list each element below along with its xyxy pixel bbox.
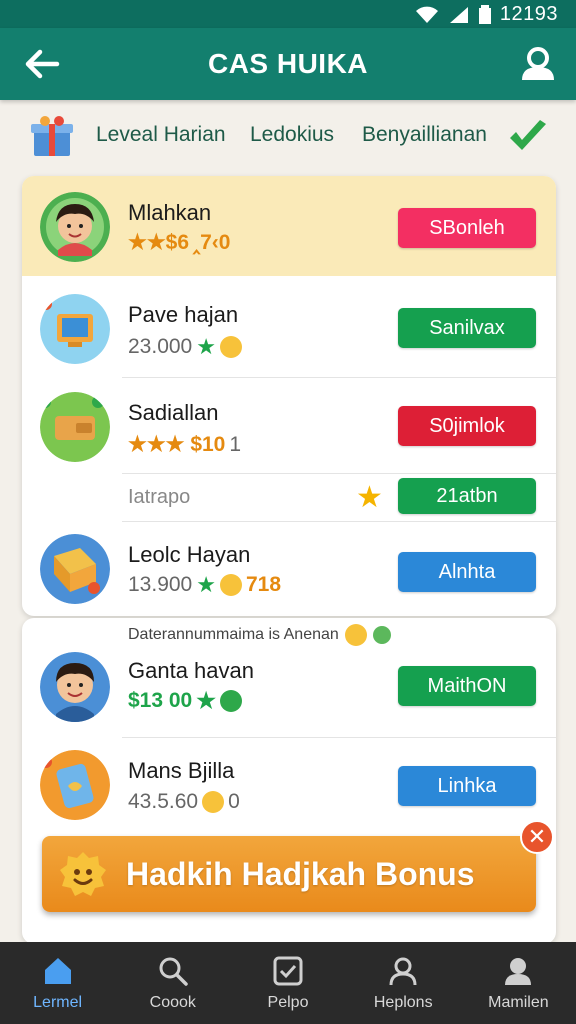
nav-label: Coook [149, 994, 196, 1011]
monitor-icon [40, 294, 110, 364]
reward-text: ★★★ $10 [128, 433, 226, 456]
action-button[interactable]: 21atbn [398, 478, 536, 514]
app-bar: CAS HUIKA [0, 28, 576, 100]
list-item-title: Pave hajan [128, 302, 239, 327]
reward-text: $13 00 [128, 689, 193, 712]
list-item-title: Mlahkan [128, 200, 212, 225]
action-button[interactable]: MaithON [398, 666, 536, 706]
list-item[interactable]: Mlahkan ★★$6 ‸7‹0 SBonleh [22, 176, 556, 276]
filter-row: Leveal Harian Ledokius Benyaillianan [0, 100, 576, 170]
list-item[interactable]: Ganta havan $13 00 ★ MaithON [22, 648, 556, 738]
list-item-title: Ganta havan [128, 658, 254, 683]
star-icon: ★ [356, 481, 383, 514]
list-item-reward: ★★★ $10 1 [128, 432, 241, 457]
nav-item-heplons[interactable]: Heplons [346, 942, 461, 1024]
list-item[interactable]: Mans Bjilla 43.5.60 0 Linhka [22, 738, 556, 834]
list-item-title: Sadiallan [128, 400, 219, 425]
section-note-text: Daterannummaima is Anenan [128, 626, 339, 643]
reward-text: 23.000 [128, 335, 193, 358]
avatar [40, 652, 110, 722]
action-button[interactable]: S0jimlok [398, 406, 536, 446]
person-icon [389, 957, 417, 986]
emoji-icon [219, 574, 242, 596]
bottom-nav: Lermel Coook Pelpo Heplons Mamilen [0, 942, 576, 1024]
list-item-reward: $13 00 ★ [128, 688, 242, 714]
list-item-reward: ★★$6 ‸7‹0 [128, 230, 230, 255]
emoji-icon [219, 336, 242, 358]
box-icon [40, 534, 110, 604]
emoji-icon [344, 624, 367, 646]
tab-ledokius[interactable]: Ledokius [250, 123, 334, 147]
star-icon: ★ [196, 688, 216, 713]
home-icon [44, 958, 71, 984]
list-item-reward: 13.900 ★ 718 [128, 572, 281, 598]
nav-label: Mamilen [488, 994, 549, 1011]
reward-extra: 718 [245, 573, 282, 596]
profile-icon [505, 958, 532, 985]
bonus-banner[interactable]: Hadkih Hadjkah Bonus [42, 836, 536, 912]
gift-icon[interactable] [28, 114, 76, 158]
emoji-icon [202, 791, 225, 813]
list-item-reward: 43.5.60 0 [128, 790, 240, 814]
status-bar: 12193 [0, 0, 576, 28]
action-button[interactable]: Alnhta [398, 552, 536, 592]
reward-text: 13.900 [128, 573, 193, 596]
nav-item-lermel[interactable]: Lermel [0, 942, 115, 1024]
check-icon[interactable] [506, 114, 550, 158]
section-note: Daterannummaima is Anenan [128, 624, 391, 646]
list-item[interactable]: Pave hajan 23.000 ★ Sanilvax [22, 276, 556, 378]
profile-button[interactable] [516, 42, 560, 86]
battery-icon [478, 4, 491, 24]
wifi-icon [415, 6, 438, 23]
tab-benyaillianan[interactable]: Benyaillianan [362, 123, 487, 147]
list-item[interactable]: Sadiallan ★★★ $10 1 S0jimlok [22, 378, 556, 474]
nav-label: Lermel [33, 994, 83, 1011]
nav-item-coook[interactable]: Coook [115, 942, 230, 1024]
action-button[interactable]: SBonleh [398, 208, 536, 248]
close-icon: ✕ [527, 824, 547, 849]
smiley-icon [60, 852, 106, 896]
list-item-title: Mans Bjilla [128, 758, 235, 783]
reward-text: ★★$6 [128, 231, 190, 254]
action-button[interactable]: Linhka [398, 766, 536, 806]
bonus-text: Hadkih Hadjkah Bonus [126, 856, 475, 892]
tab-leveal-harian[interactable]: Leveal Harian [96, 123, 226, 147]
status-time: 12193 [499, 3, 558, 25]
page-title: CAS HUIKA [207, 48, 369, 79]
phone-icon [40, 750, 110, 820]
star-icon: ★ [196, 572, 216, 597]
reward-extra: 1 [229, 432, 242, 456]
task-list-card: Mlahkan ★★$6 ‸7‹0 SBonleh Pave hajan 23.… [22, 176, 556, 616]
emoji-icon [372, 626, 391, 644]
nav-label: Heplons [373, 994, 433, 1011]
list-item-title: Leolc Hayan [128, 542, 251, 567]
nav-item-pelpo[interactable]: Pelpo [230, 942, 345, 1024]
action-button[interactable]: Sanilvax [398, 308, 536, 348]
search-icon [159, 957, 188, 986]
list-item[interactable]: Iatrapo ★ 21atbn [22, 474, 556, 522]
checkbox-icon [273, 956, 303, 986]
list-item[interactable]: Leolc Hayan 13.900 ★ 718 Alnhta [22, 522, 556, 616]
list-item-title: Iatrapo [128, 486, 191, 508]
wallet-icon [40, 392, 110, 462]
reward-text: 43.5.60 [128, 790, 199, 813]
avatar [40, 192, 110, 262]
nav-label: Pelpo [267, 994, 309, 1011]
list-item-reward: 23.000 ★ [128, 334, 242, 360]
reward-extra: ‸7‹0 [193, 231, 231, 254]
close-button[interactable]: ✕ [520, 820, 554, 854]
nav-item-mamilen[interactable]: Mamilen [461, 942, 576, 1024]
user-icon [522, 47, 554, 80]
money-icon [219, 690, 242, 712]
signal-icon [449, 6, 468, 23]
star-icon: ★ [196, 334, 216, 359]
reward-extra: 0 [228, 790, 240, 813]
